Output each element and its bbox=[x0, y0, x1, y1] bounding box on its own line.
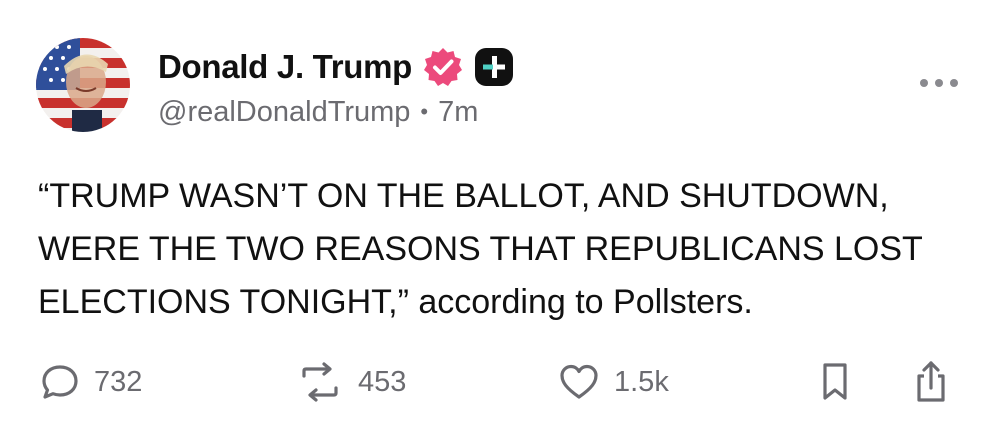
share-icon bbox=[917, 361, 945, 402]
avatar[interactable] bbox=[36, 38, 130, 132]
name-row: Donald J. Trump bbox=[158, 44, 514, 90]
post-text: “TRUMP WASN’T ON THE BALLOT, AND SHUTDOW… bbox=[38, 177, 923, 321]
handle[interactable]: @realDonaldTrump bbox=[158, 96, 410, 129]
like-button[interactable]: 1.5k bbox=[558, 358, 669, 406]
share-button[interactable] bbox=[912, 358, 950, 406]
like-count: 1.5k bbox=[614, 365, 669, 398]
heart-icon bbox=[560, 364, 598, 399]
bookmark-icon bbox=[823, 363, 847, 400]
separator-dot: • bbox=[420, 99, 429, 124]
reply-count: 732 bbox=[94, 365, 143, 398]
bookmark-button[interactable] bbox=[818, 358, 852, 406]
reply-button[interactable]: 732 bbox=[40, 358, 142, 406]
more-options-icon[interactable] bbox=[918, 74, 960, 92]
repost-count: 453 bbox=[358, 365, 407, 398]
action-bar: 732 453 1.5k bbox=[0, 358, 1000, 406]
repost-button[interactable]: 453 bbox=[296, 358, 406, 406]
repost-icon bbox=[302, 362, 338, 402]
comment-icon bbox=[42, 365, 78, 399]
handle-row: @realDonaldTrump • 7m bbox=[158, 90, 514, 134]
display-name[interactable]: Donald J. Trump bbox=[158, 48, 412, 86]
timestamp[interactable]: 7m bbox=[438, 96, 478, 129]
post-header: Donald J. Trump @realDonaldTrump • 7m bbox=[158, 44, 514, 134]
verified-badge-icon bbox=[424, 48, 463, 86]
plus-badge-icon bbox=[475, 48, 514, 86]
flag-portrait-avatar-icon bbox=[36, 38, 130, 132]
